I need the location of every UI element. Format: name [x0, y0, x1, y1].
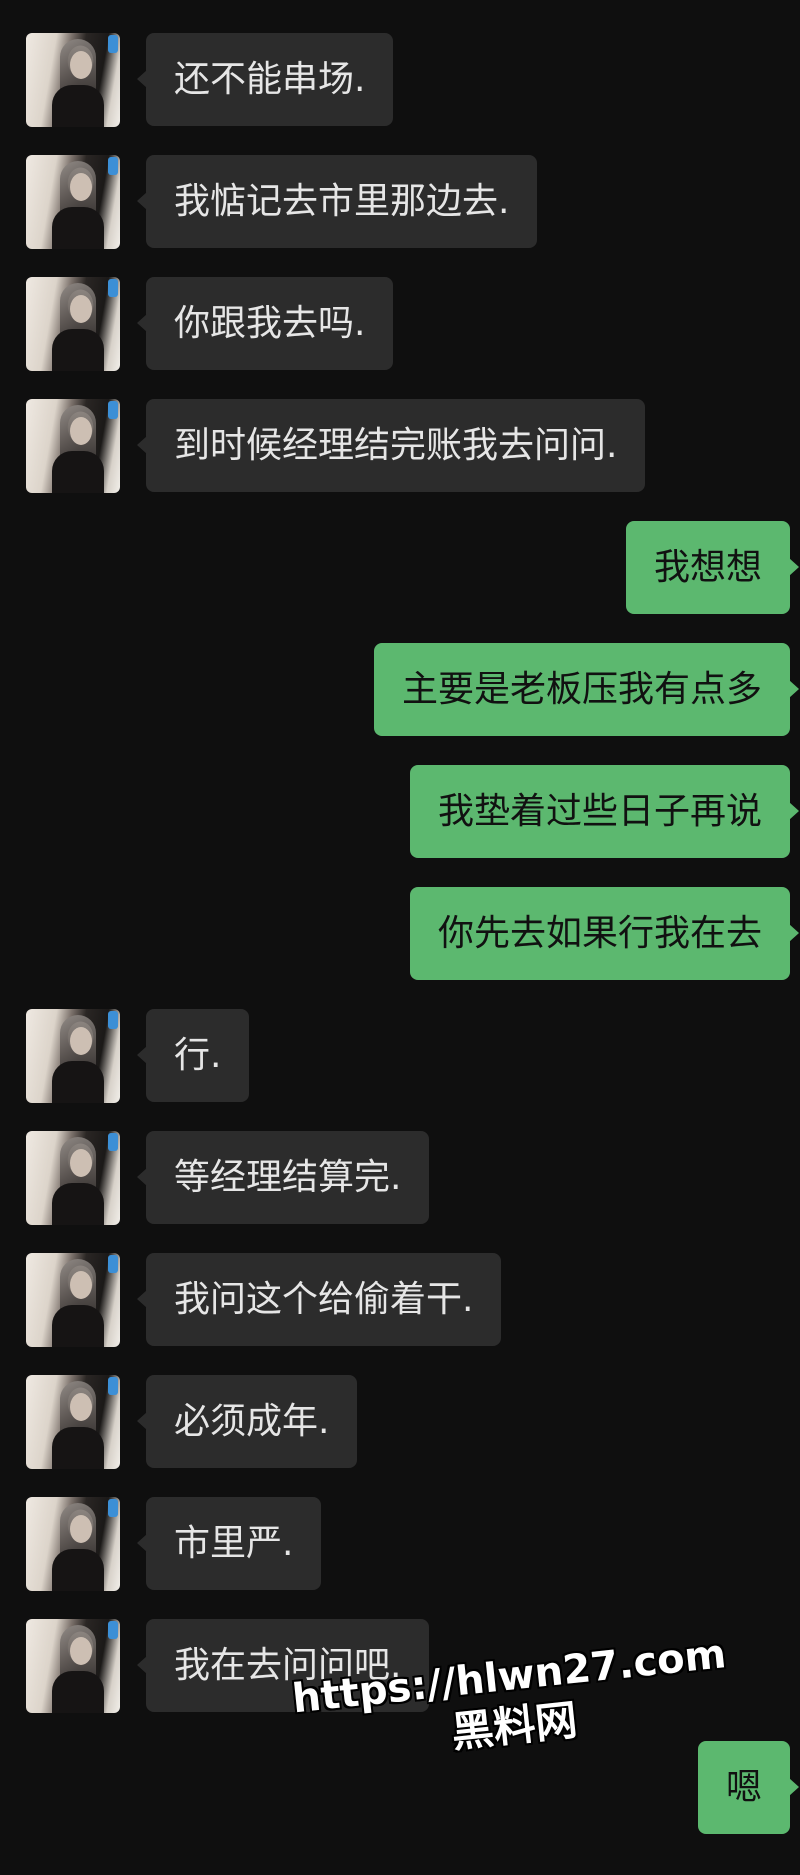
avatar[interactable] — [26, 1619, 120, 1713]
avatar[interactable] — [26, 1375, 120, 1469]
message-row-incoming: 行. — [0, 1009, 800, 1103]
message-bubble-incoming[interactable]: 到时候经理结完账我去问问. — [136, 399, 646, 492]
avatar[interactable] — [26, 1131, 120, 1225]
message-bubble-incoming[interactable]: 还不能串场. — [136, 33, 394, 126]
message-bubble-incoming[interactable]: 你跟我去吗. — [136, 277, 394, 370]
message-bubble-incoming[interactable]: 等经理结算完. — [136, 1131, 430, 1224]
message-bubble-outgoing[interactable]: 你先去如果行我在去 — [409, 887, 800, 980]
avatar[interactable] — [26, 277, 120, 371]
avatar[interactable] — [26, 1253, 120, 1347]
message-row-incoming: 你跟我去吗. — [0, 277, 800, 371]
avatar[interactable] — [26, 399, 120, 493]
message-row-incoming: 我惦记去市里那边去. — [0, 155, 800, 249]
message-bubble-incoming[interactable]: 我惦记去市里那边去. — [136, 155, 538, 248]
avatar[interactable] — [26, 155, 120, 249]
message-row-outgoing: 你先去如果行我在去 — [0, 887, 800, 981]
message-bubble-incoming[interactable]: 行. — [136, 1009, 250, 1102]
message-bubble-outgoing[interactable]: 主要是老板压我有点多 — [373, 643, 800, 736]
chat-message-list[interactable]: 还不能串场. 我惦记去市里那边去. 你跟我去吗. 到时候经理结完账我去问问. 我… — [0, 0, 800, 1875]
avatar[interactable] — [26, 33, 120, 127]
message-bubble-incoming[interactable]: 我问这个给偷着干. — [136, 1253, 502, 1346]
message-row-incoming: 等经理结算完. — [0, 1131, 800, 1225]
message-row-incoming: 市里严. — [0, 1497, 800, 1591]
avatar[interactable] — [26, 1009, 120, 1103]
avatar[interactable] — [26, 1497, 120, 1591]
message-row-incoming: 我问这个给偷着干. — [0, 1253, 800, 1347]
message-bubble-outgoing[interactable]: 我垫着过些日子再说 — [409, 765, 800, 858]
message-bubble-outgoing[interactable]: 嗯 — [697, 1741, 800, 1834]
message-row-outgoing: 主要是老板压我有点多 — [0, 643, 800, 737]
message-row-incoming: 必须成年. — [0, 1375, 800, 1469]
message-row-outgoing: 我垫着过些日子再说 — [0, 765, 800, 859]
message-bubble-outgoing[interactable]: 我想想 — [625, 521, 800, 614]
message-bubble-incoming[interactable]: 市里严. — [136, 1497, 322, 1590]
message-row-outgoing: 我想想 — [0, 521, 800, 615]
message-row-incoming: 到时候经理结完账我去问问. — [0, 399, 800, 493]
message-row-incoming: 还不能串场. — [0, 33, 800, 127]
message-bubble-incoming[interactable]: 必须成年. — [136, 1375, 358, 1468]
